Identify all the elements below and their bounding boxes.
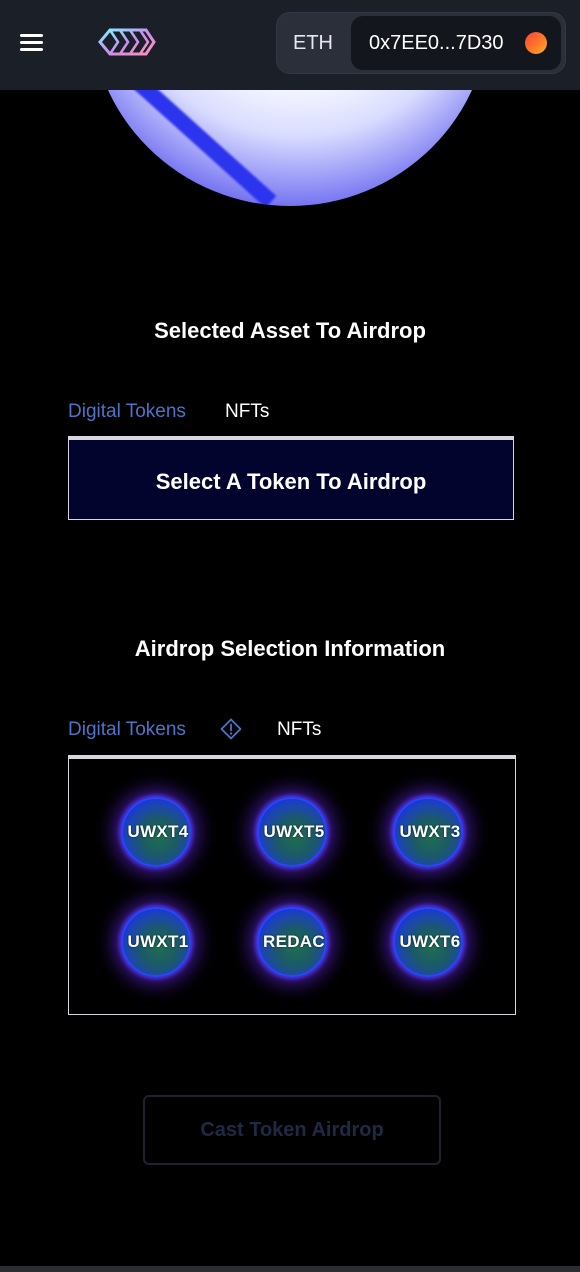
select-token-button[interactable]: Select A Token To Airdrop [68, 436, 514, 520]
tab-info-digital-tokens[interactable]: Digital Tokens [68, 719, 186, 741]
top-navigation-bar: ETH 0x7EE0...7D30 [0, 0, 580, 90]
selected-asset-title: Selected Asset To Airdrop [154, 318, 426, 343]
token-label: REDAC [263, 932, 325, 951]
tab-nfts[interactable]: NFTs [225, 401, 269, 423]
token-label: UWXT6 [399, 932, 461, 951]
token-bubble[interactable]: UWXT3 [393, 797, 463, 867]
token-label: UWXT5 [263, 822, 325, 841]
hamburger-menu-icon[interactable] [20, 33, 44, 53]
token-label: UWXT4 [127, 822, 189, 841]
wallet-connection-box: ETH 0x7EE0...7D30 [276, 12, 566, 74]
wallet-address-text: 0x7EE0...7D30 [369, 32, 504, 54]
wallet-address-button[interactable]: 0x7EE0...7D30 [351, 16, 561, 70]
tab-info-nfts[interactable]: NFTs [277, 719, 321, 741]
token-bubble[interactable]: REDAC [257, 907, 327, 977]
select-token-label: Select A Token To Airdrop [155, 469, 427, 494]
token-bubble[interactable]: UWXT4 [121, 797, 191, 867]
brand-logo-icon[interactable] [96, 22, 156, 62]
cast-token-airdrop-button[interactable]: Cast Token Airdrop [143, 1095, 441, 1165]
token-bubble[interactable]: UWXT5 [257, 797, 327, 867]
token-bubble[interactable]: UWXT6 [393, 907, 463, 977]
bottom-edge-bar [0, 1266, 580, 1272]
token-bubble[interactable]: UWXT1 [121, 907, 191, 977]
wallet-avatar-icon [525, 32, 547, 54]
network-chain-label[interactable]: ETH [293, 13, 333, 73]
token-label: UWXT1 [127, 932, 189, 951]
tab-digital-tokens[interactable]: Digital Tokens [68, 401, 186, 423]
info-diamond-icon[interactable] [220, 718, 242, 740]
airdrop-info-title: Airdrop Selection Information [134, 636, 446, 661]
token-selection-grid: UWXT4 UWXT5 UWXT3 UWXT1 REDAC UWXT6 [68, 755, 516, 1015]
token-label: UWXT3 [399, 822, 461, 841]
cast-button-label: Cast Token Airdrop [200, 1119, 384, 1141]
